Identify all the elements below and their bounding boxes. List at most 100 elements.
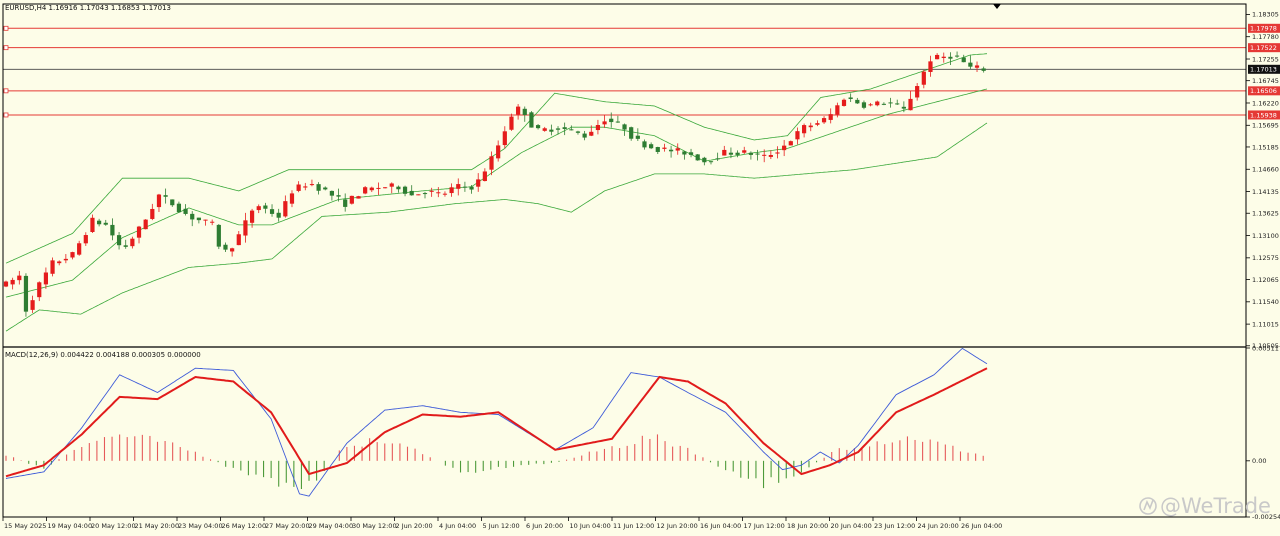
candle-body: [509, 116, 514, 130]
macd-header: MACD(12,26,9) 0.004422 0.004188 0.000305…: [5, 351, 201, 359]
time-tick-label: 30 May 12:00: [352, 522, 397, 530]
candle-body: [762, 154, 767, 156]
candle-body: [323, 187, 328, 190]
candle-body: [888, 102, 893, 104]
candle-body: [861, 102, 867, 108]
candle-body: [755, 153, 760, 155]
candle-body: [516, 106, 521, 115]
candle-body: [921, 71, 926, 85]
candle-body: [529, 112, 534, 128]
time-tick-label: 17 Jun 12:00: [744, 522, 785, 530]
candle-body: [170, 199, 175, 206]
level-handle[interactable]: [3, 25, 9, 31]
candle-body: [363, 187, 368, 194]
candle-body: [768, 155, 773, 157]
candle-body: [555, 128, 561, 130]
candle-body: [901, 106, 906, 109]
candle-body: [63, 258, 68, 261]
price-tick-label: 1.15185: [1252, 143, 1279, 151]
candle-body: [821, 118, 827, 123]
candle-body: [649, 144, 654, 149]
macd-tick-label: 0.005117: [1252, 344, 1280, 352]
price-tick-label: 1.17255: [1252, 55, 1279, 63]
time-tick-label: 26 Jun 04:00: [961, 522, 1002, 530]
candle-body: [855, 99, 860, 104]
current-price-label: 1.17013: [1250, 66, 1277, 74]
time-tick-label: 23 May 04:00: [178, 522, 223, 530]
candle-body: [57, 261, 62, 264]
candle-body: [409, 190, 414, 196]
price-tick-label: 1.15695: [1252, 122, 1279, 130]
macd-tick-label: 0.00: [1252, 457, 1266, 465]
candle-body: [77, 243, 82, 255]
candle-body: [489, 156, 494, 170]
time-axis: 15 May 2025 19 May 04:0020 May 12:0021 Ma…: [2, 517, 1002, 530]
candle-body: [116, 235, 122, 246]
candle-body: [622, 124, 627, 130]
candle-body: [442, 193, 448, 195]
candle-body: [123, 245, 128, 247]
level-handle[interactable]: [3, 45, 9, 51]
candle-body: [249, 210, 255, 223]
candle-body: [562, 127, 567, 130]
candle-body: [256, 206, 261, 211]
candle-body: [70, 252, 75, 258]
candle-body: [150, 208, 155, 219]
price-tick-label: 1.17780: [1252, 33, 1279, 41]
candle-body: [376, 187, 381, 189]
candle-body: [343, 199, 348, 207]
candle-body: [695, 154, 700, 161]
level-handle[interactable]: [3, 88, 9, 94]
candle-body: [462, 186, 468, 188]
candle-body: [602, 121, 607, 125]
candle-body: [675, 148, 680, 151]
trading-chart[interactable]: 1.18305 1.17780 1.17255 1.16745 1.16220 1.156…: [0, 0, 1280, 536]
price-level-label: 1.17522: [1250, 44, 1277, 52]
candle-body: [223, 244, 228, 250]
candle-body: [110, 224, 115, 236]
time-tick-label: 19 May 04:00: [48, 522, 93, 530]
candle-body: [748, 152, 753, 155]
candle-body: [928, 61, 933, 72]
candle-body: [775, 152, 780, 154]
candle-body: [396, 186, 401, 190]
candle-body: [482, 171, 487, 182]
scroll-marker-icon[interactable]: [993, 4, 1001, 9]
panels-border: [2, 3, 1247, 518]
price-tick-label: 1.16745: [1252, 77, 1279, 85]
symbol-header: EURUSD,H4 1.16916 1.17043 1.16853 1.1701…: [5, 4, 171, 12]
candle-body: [429, 190, 434, 192]
candle-body: [974, 65, 980, 68]
bollinger-upper-line: [5, 53, 988, 264]
candle-body: [808, 125, 813, 128]
candle-body: [303, 186, 308, 188]
candle-body: [316, 184, 321, 191]
candle-body: [402, 186, 408, 194]
watermark-text: @WeTrade: [1160, 494, 1271, 518]
time-tick-label: 18 Jun 20:00: [787, 522, 828, 530]
candle-body: [469, 186, 474, 190]
candle-body: [183, 208, 188, 214]
candle-body: [954, 55, 960, 57]
candle-body: [881, 103, 887, 105]
candle-body: [30, 300, 35, 310]
macd-panel: 0.0051170.00-0.002548: [5, 344, 1280, 521]
candle-body: [642, 141, 647, 148]
time-tick-label: 20 May 12:00: [91, 522, 136, 530]
candle-body: [908, 98, 913, 111]
candle-body: [968, 62, 973, 67]
candle-body: [542, 128, 547, 131]
candle-body: [662, 147, 667, 149]
level-handle[interactable]: [3, 112, 9, 118]
candle-body: [10, 279, 15, 285]
candle-body: [83, 235, 88, 244]
candle-body: [595, 125, 601, 131]
candle-body: [841, 99, 847, 106]
candle-body: [941, 56, 946, 59]
candle-body: [176, 203, 182, 213]
candle-body: [230, 248, 235, 252]
candle-body: [143, 219, 148, 230]
candle-body: [868, 104, 873, 106]
candle-body: [522, 108, 527, 115]
price-tick-label: 1.13100: [1252, 232, 1279, 240]
